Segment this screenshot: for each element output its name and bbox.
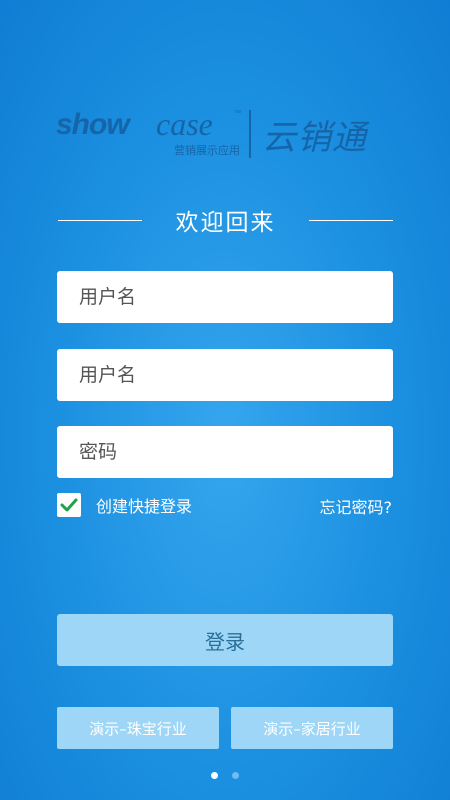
demo-home-button[interactable]: 演示–家居行业 — [231, 707, 393, 749]
password-input[interactable] — [57, 426, 393, 478]
username-input-secondary[interactable] — [57, 349, 393, 401]
welcome-divider-right — [309, 220, 393, 221]
demo-jewelry-button[interactable]: 演示–珠宝行业 — [57, 707, 219, 749]
logo-case-text: case — [156, 106, 213, 142]
welcome-header: 欢迎回来 — [58, 200, 393, 240]
quick-login-checkbox[interactable] — [57, 493, 81, 517]
page-dot-active — [211, 772, 218, 779]
logo-tagline: 营销展示应用 — [174, 144, 240, 157]
username-input[interactable] — [57, 271, 393, 323]
quick-login-label: 创建快捷登录 — [96, 497, 193, 516]
login-button[interactable]: 登录 — [57, 614, 393, 666]
forgot-password-link[interactable]: 忘记密码? — [320, 494, 393, 518]
product-name: 云销通 — [262, 118, 367, 158]
page-indicator — [0, 772, 450, 779]
checkmark-icon — [60, 498, 78, 512]
logo-show-text: show — [56, 108, 130, 141]
page-dot — [232, 772, 239, 779]
app-logo: show case ™ 营销展示应用 云销通 — [56, 106, 396, 160]
quick-login-option[interactable]: 创建快捷登录 — [57, 492, 192, 518]
logo-divider — [249, 110, 251, 158]
logo-trademark: ™ — [234, 110, 241, 117]
